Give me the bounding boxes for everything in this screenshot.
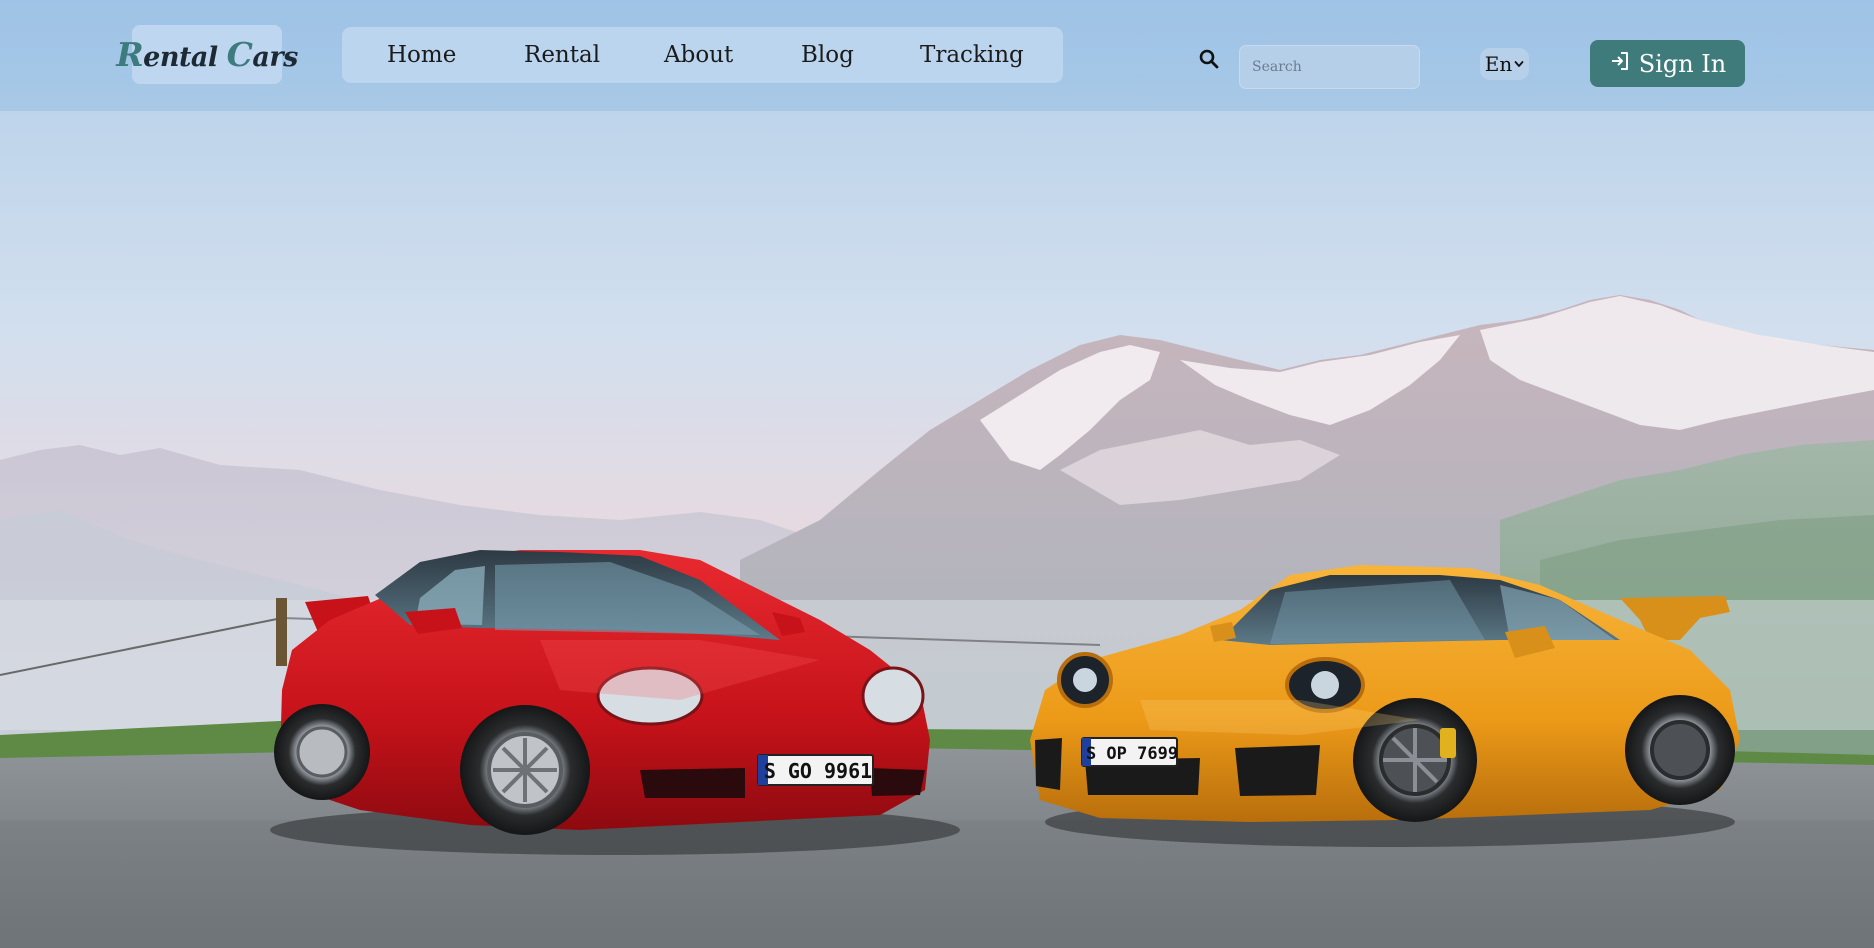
fence-post [276, 598, 287, 666]
sign-in-button[interactable]: Sign In [1590, 40, 1745, 87]
logo-wordmark: Rental Cars [116, 35, 298, 74]
right-plate-text: S OP 7699 [1086, 744, 1178, 764]
brand-logo[interactable]: Rental Cars [116, 25, 298, 84]
page: S GO 9961 S OP 7699 Rental Cars Home Ren… [0, 0, 1874, 948]
hero-banner: S GO 9961 S OP 7699 [0, 0, 1874, 948]
main-nav: Home Rental About Blog Tracking [342, 27, 1063, 83]
chevron-down-icon [1514, 61, 1524, 67]
top-navbar: Rental Cars Home Rental About Blog Track… [0, 0, 1874, 111]
nav-item-rental[interactable]: Rental [524, 27, 600, 83]
sign-in-label: Sign In [1638, 49, 1727, 78]
language-selected-value: En [1484, 52, 1513, 76]
sign-in-icon [1611, 51, 1628, 70]
language-select[interactable]: En [1480, 48, 1529, 80]
search-icon[interactable] [1198, 48, 1220, 70]
nav-item-about[interactable]: About [664, 27, 733, 83]
left-plate-text: S GO 9961 [764, 759, 872, 783]
nav-item-home[interactable]: Home [387, 27, 456, 83]
search-input[interactable] [1239, 45, 1420, 89]
nav-item-blog[interactable]: Blog [801, 27, 854, 83]
nav-item-tracking[interactable]: Tracking [920, 27, 1024, 83]
